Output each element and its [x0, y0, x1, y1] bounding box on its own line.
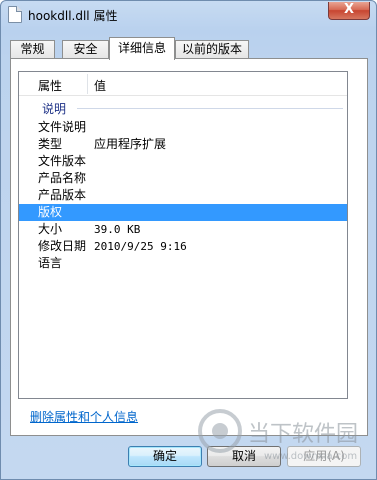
close-button[interactable]: X	[328, 2, 370, 20]
property-name: 产品版本	[38, 188, 87, 202]
property-value: 2010/9/25 9:16	[94, 240, 187, 253]
list-row[interactable]: 文件版本	[19, 153, 347, 170]
column-header-value[interactable]: 值	[94, 77, 106, 94]
list-header: 属性 值	[19, 72, 347, 96]
tab-general[interactable]: 常规	[10, 40, 55, 59]
window-title: hookdll.dll 属性	[28, 9, 118, 23]
apply-button[interactable]: 应用(A)	[287, 446, 361, 467]
list-row[interactable]: 修改日期 2010/9/25 9:16	[19, 238, 347, 255]
properties-dialog: hookdll.dll 属性 X 常规 安全 详细信息 以前的版本 属性 值 说…	[0, 0, 377, 480]
tab-previous-versions[interactable]: 以前的版本	[175, 40, 249, 59]
list-row[interactable]: 产品版本	[19, 187, 347, 204]
property-value: 39.0 KB	[94, 223, 141, 236]
details-list[interactable]: 属性 值 说明 文件说明 类型 应用程序扩展 文件版本 产品名称 产品版本 版权	[18, 71, 348, 399]
property-value: 应用程序扩展	[94, 137, 167, 151]
property-name: 大小	[38, 222, 63, 236]
group-label-description[interactable]: 说明	[42, 100, 66, 117]
cancel-button[interactable]: 取消	[207, 446, 281, 467]
property-name: 修改日期	[38, 239, 87, 253]
title-bar[interactable]: hookdll.dll 属性 X	[1, 1, 376, 29]
property-name: 文件版本	[38, 154, 87, 168]
tab-strip: 常规 安全 详细信息 以前的版本	[10, 37, 370, 60]
list-row[interactable]: 文件说明	[19, 119, 347, 136]
remove-properties-link[interactable]: 删除属性和个人信息	[30, 408, 138, 425]
list-row[interactable]: 大小 39.0 KB	[19, 221, 347, 238]
file-icon	[8, 6, 22, 23]
property-name: 版权	[38, 205, 63, 219]
tab-details[interactable]: 详细信息	[109, 37, 175, 60]
list-row[interactable]: 产品名称	[19, 170, 347, 187]
list-row[interactable]: 语言	[19, 255, 347, 272]
list-row-selected[interactable]: 版权	[19, 204, 347, 221]
property-name: 类型	[38, 137, 63, 151]
column-header-property[interactable]: 属性	[38, 77, 62, 94]
property-name: 文件说明	[38, 120, 87, 134]
group-divider	[77, 108, 343, 109]
list-row[interactable]: 类型 应用程序扩展	[19, 136, 347, 153]
property-name: 语言	[38, 256, 63, 270]
ok-button[interactable]: 确定	[128, 446, 202, 467]
tab-security[interactable]: 安全	[62, 40, 109, 59]
column-divider[interactable]	[87, 74, 88, 94]
property-name: 产品名称	[38, 171, 87, 185]
